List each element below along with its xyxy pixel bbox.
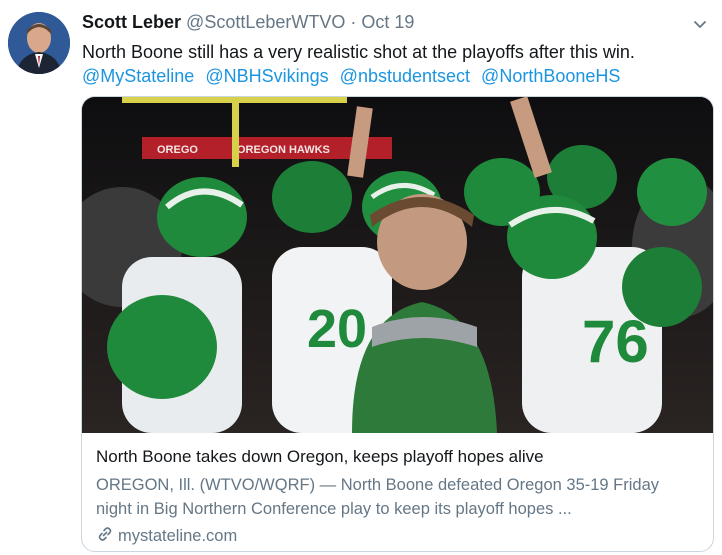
card-domain: mystateline.com [118, 527, 238, 545]
tweet-text: North Boone still has a very realistic s… [82, 42, 635, 62]
avatar[interactable] [8, 12, 70, 74]
author-handle[interactable]: @ScottLeberWTVO [186, 12, 345, 32]
card-description: OREGON, Ill. (WTVO/WQRF) — North Boone d… [96, 476, 660, 518]
mention-link[interactable]: @NorthBooneHS [481, 66, 620, 86]
tweet-mentions: @MyStateline @NBHSvikings @nbstudentsect… [82, 64, 626, 88]
banner-text: OREGON HAWKS [237, 144, 330, 156]
avatar-photo [8, 12, 70, 74]
author-name[interactable]: Scott Leber [82, 12, 181, 32]
link-icon [96, 525, 114, 548]
mention-link[interactable]: @MyStateline [82, 66, 194, 86]
card-title[interactable]: North Boone takes down Oregon, keeps pla… [96, 447, 544, 467]
banner-left-text: OREGO [157, 144, 198, 156]
chevron-down-icon[interactable] [690, 14, 710, 34]
tweet-date[interactable]: Oct 19 [361, 12, 414, 32]
tweet-header: Scott Leber @ScottLeberWTVO · Oct 19 [82, 11, 414, 33]
mention-link[interactable]: @nbstudentsect [340, 66, 470, 86]
mention-link[interactable]: @NBHSvikings [205, 66, 328, 86]
link-preview-card[interactable]: OREGO OREGON HAWKS 20 76 North Boone tak… [81, 96, 714, 552]
separator-dot: · [350, 12, 357, 32]
card-image: OREGO OREGON HAWKS 20 76 [82, 97, 713, 433]
jersey-number: 20 [307, 299, 367, 359]
card-domain-link[interactable]: mystateline.com [96, 525, 237, 548]
